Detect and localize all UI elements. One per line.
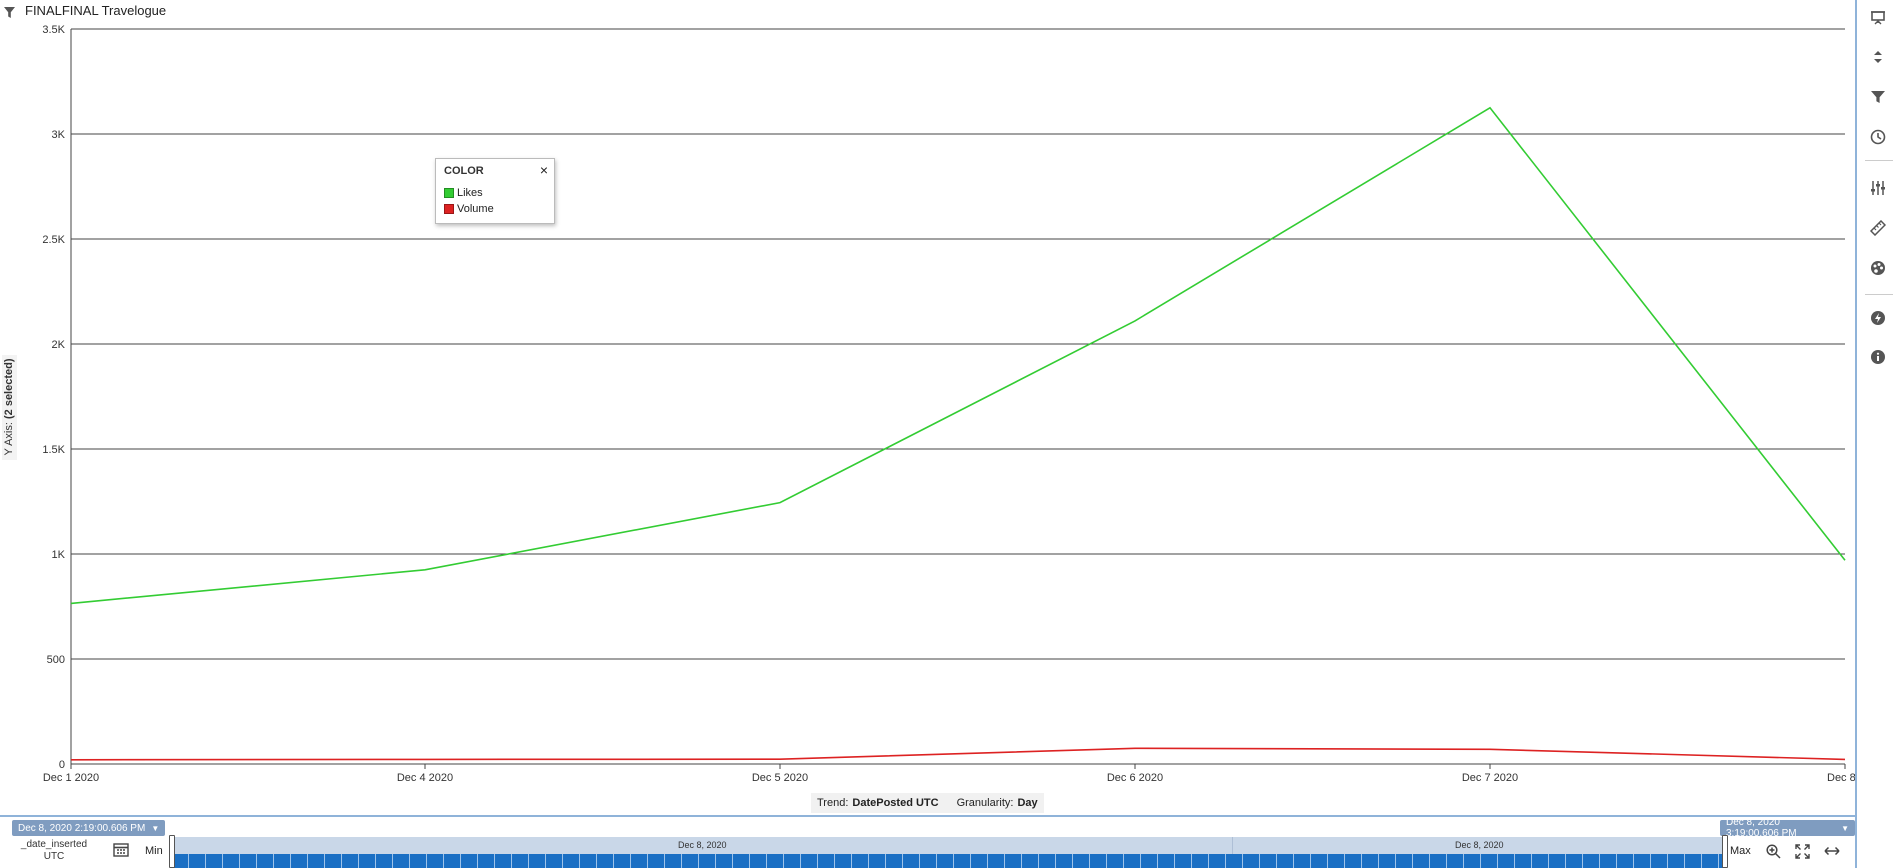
chevron-down-icon[interactable]: ▼: [151, 824, 159, 833]
y-tick-label: 3K: [52, 129, 66, 141]
legend-item-likes[interactable]: Likes: [444, 187, 483, 199]
timebar-handle-right[interactable]: [1722, 835, 1728, 868]
chart-legend[interactable]: COLOR × Likes Volume: [435, 158, 555, 224]
legend-title: COLOR: [444, 165, 484, 177]
range-start-value: Dec 8, 2020 2:19:00.606 PM: [18, 822, 146, 834]
calendar-icon[interactable]: [113, 842, 129, 862]
y-axis-value: (2 selected): [3, 358, 15, 420]
series-line-likes[interactable]: [70, 106, 1846, 605]
granularity-value[interactable]: Day: [1017, 797, 1037, 809]
chart-series: [70, 106, 1846, 761]
timebar-date-left: Dec 8, 2020: [678, 840, 727, 850]
timebar-field-name: _date_inserted: [20, 839, 88, 850]
x-tick-label: Dec 7 2020: [1462, 772, 1518, 784]
y-tick-label: 1K: [52, 549, 66, 561]
y-tick-label: 2.5K: [42, 234, 65, 246]
presentation-icon[interactable]: [1867, 6, 1889, 28]
line-chart: 0 500 1K 1.5K 2K 2.5K 3K 3.5K Dec 1 2020 Dec 4 2…: [42, 24, 1855, 784]
timebar-histogram[interactable]: [172, 854, 1725, 868]
y-axis-ticks: 0 500 1K 1.5K 2K 2.5K 3K 3.5K: [42, 24, 65, 771]
legend-label-likes: Likes: [457, 187, 483, 199]
x-tick-label: Dec 4 2020: [397, 772, 453, 784]
lightning-icon[interactable]: [1867, 307, 1889, 329]
y-tick-label: 500: [47, 654, 65, 666]
x-tick-label: Dec 1 2020: [43, 772, 99, 784]
close-icon[interactable]: ×: [540, 162, 548, 178]
trend-label: Trend:: [817, 797, 849, 809]
x-tick-label: Dec 5 2020: [752, 772, 808, 784]
timebar-field[interactable]: _date_inserted UTC: [4, 839, 104, 863]
legend-label-volume: Volume: [457, 203, 494, 215]
zoom-in-icon[interactable]: [1764, 842, 1782, 860]
granularity-label: Granularity:: [956, 797, 1014, 809]
x-axis-ticks: Dec 1 2020 Dec 4 2020 Dec 5 2020 Dec 6 2020…: [43, 764, 1855, 784]
series-line-volume[interactable]: [70, 747, 1846, 761]
legend-swatch-likes: [444, 188, 454, 198]
timebar-max[interactable]: Max: [1730, 845, 1751, 857]
y-tick-label: 3.5K: [42, 24, 65, 36]
timebar: Dec 8, 2020 2:19:00.606 PM ▼ Dec 8, 2020…: [0, 815, 1855, 868]
timebar-track[interactable]: Dec 8, 2020 Dec 8, 2020: [172, 837, 1725, 868]
chevron-down-icon[interactable]: ▼: [1841, 824, 1849, 833]
timebar-handle-left[interactable]: [169, 835, 175, 868]
info-icon[interactable]: [1867, 346, 1889, 368]
clock-icon[interactable]: [1867, 126, 1889, 148]
y-axis-label: Y Axis:: [3, 422, 15, 456]
sliders-icon[interactable]: [1867, 177, 1889, 199]
range-start[interactable]: Dec 8, 2020 2:19:00.606 PM ▼: [12, 820, 166, 836]
range-end-value: Dec 8, 2020 3:19:00.606 PM: [1726, 817, 1797, 839]
legend-item-volume[interactable]: Volume: [444, 203, 494, 215]
timebar-date-right: Dec 8, 2020: [1455, 840, 1504, 850]
chart-grid: [70, 28, 1845, 765]
filter-icon[interactable]: [1867, 86, 1889, 108]
sort-icon[interactable]: [1867, 46, 1889, 68]
trend-bar[interactable]: Trend: DatePosted UTC Granularity: Day: [811, 793, 1044, 813]
y-tick-label: 0: [59, 759, 65, 771]
trend-value[interactable]: DatePosted UTC: [852, 797, 938, 809]
timebar-timezone: UTC: [43, 851, 65, 862]
y-axis-selector[interactable]: Y Axis: (2 selected): [2, 355, 17, 460]
right-toolbar: [1855, 0, 1899, 868]
expand-icon[interactable]: [1793, 842, 1811, 860]
y-tick-label: 2K: [52, 339, 66, 351]
ruler-icon[interactable]: [1867, 217, 1889, 239]
legend-swatch-volume: [444, 204, 454, 214]
y-tick-label: 1.5K: [42, 444, 65, 456]
timebar-min[interactable]: Min: [145, 845, 163, 857]
x-tick-label: Dec 8 2: [1827, 772, 1855, 784]
horizontal-arrows-icon[interactable]: [1823, 842, 1841, 860]
x-tick-label: Dec 6 2020: [1107, 772, 1163, 784]
palette-icon[interactable]: [1867, 257, 1889, 279]
range-end[interactable]: Dec 8, 2020 3:19:00.606 PM ▼: [1720, 817, 1855, 839]
